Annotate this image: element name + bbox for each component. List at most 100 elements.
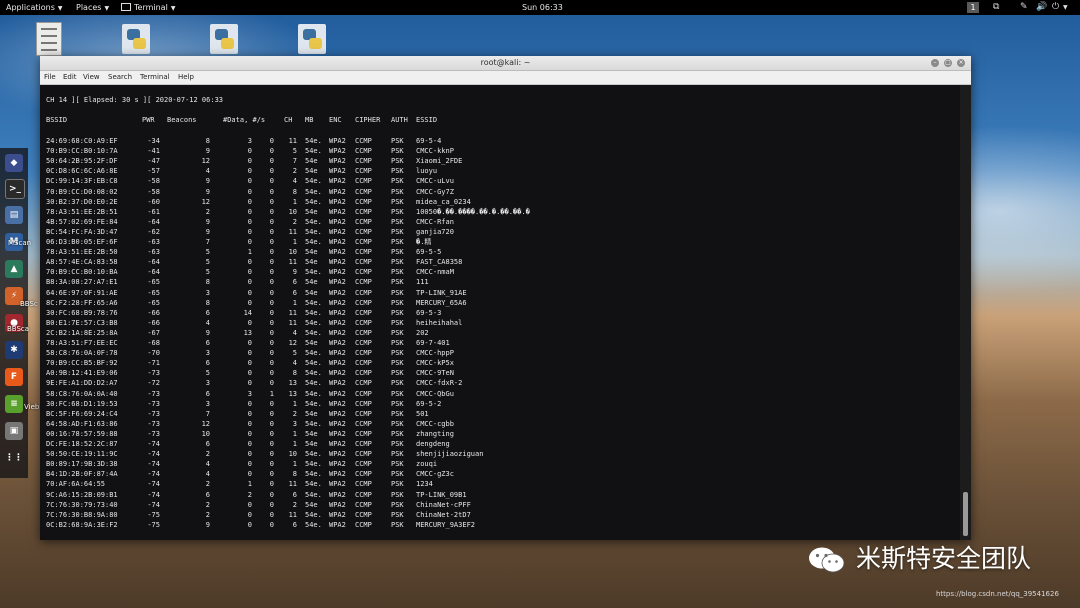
cell-channel: 9 — [292, 268, 297, 277]
python-icon — [122, 24, 150, 54]
volume-icon[interactable]: 🔊 — [1036, 0, 1047, 15]
cell-beacons: 3 — [205, 399, 210, 408]
menu-terminal[interactable]: Terminal — [140, 71, 170, 84]
cell-beacons: 5 — [205, 268, 210, 277]
cell-data: 0 — [247, 147, 252, 156]
cell-data: 0 — [247, 419, 252, 428]
cell-beacons: 4 — [205, 318, 210, 327]
desktop-python-file-icon[interactable] — [204, 20, 244, 60]
cell-data: 13 — [243, 328, 252, 337]
cell-pwr: -73 — [147, 369, 160, 378]
cell-essid: midea_ca_0234 — [416, 197, 471, 206]
armitage-icon[interactable]: ▲ — [5, 260, 23, 278]
cell-enc: WPA2 — [329, 288, 346, 297]
files-icon[interactable]: ▤ — [5, 206, 23, 224]
notes-icon[interactable]: ≡ — [5, 395, 23, 413]
cell-channel: 6 — [292, 520, 297, 529]
cell-channel: 4 — [292, 359, 297, 368]
cell-cipher: CCMP — [355, 440, 372, 448]
terminal-icon[interactable]: >_ — [5, 179, 25, 199]
cell-beacons: 8 — [205, 278, 210, 287]
cell-enc: WPA2 — [329, 359, 346, 368]
close-icon[interactable]: × — [957, 59, 965, 67]
cell-channel: 12 — [288, 339, 297, 347]
cell-per-second: 0 — [269, 177, 274, 186]
chevron-down-icon[interactable]: ▼ — [1063, 0, 1068, 15]
cell-channel: 2 — [292, 409, 297, 418]
cell-pwr: -74 — [147, 480, 160, 489]
cell-beacons: 5 — [205, 369, 210, 378]
cell-cipher: CCMP — [355, 318, 372, 327]
desktop-file-icon[interactable] — [28, 20, 68, 60]
desktop-python-file-icon[interactable] — [292, 20, 332, 60]
maximize-icon[interactable]: □ — [944, 59, 952, 67]
cell-channel: 11 — [288, 510, 297, 519]
cell-cipher: CCMP — [355, 379, 372, 388]
menu-help[interactable]: Help — [178, 71, 194, 84]
cell-bssid: 64:6E:97:0F:91:AE — [46, 288, 118, 297]
applications-menu[interactable]: Applications ▼ — [6, 0, 63, 15]
screenshot-icon[interactable]: ▣ — [5, 422, 23, 440]
desktop-python-file-icon[interactable] — [116, 20, 156, 60]
cell-bssid: 58:C8:76:0A:0A:40 — [46, 389, 118, 398]
cell-enc: WPA2 — [329, 490, 346, 499]
cell-beacons: 9 — [205, 147, 210, 156]
cell-pwr: -60 — [147, 197, 160, 206]
cell-mb: 54e — [305, 157, 318, 166]
cell-essid: TP-LINK_91AE — [416, 288, 467, 297]
cell-auth: PSK — [391, 268, 404, 277]
menu-edit[interactable]: Edit — [63, 71, 77, 84]
cell-cipher: CCMP — [355, 167, 372, 176]
cell-pwr: -74 — [147, 500, 160, 509]
header-data: #Data, #/s — [223, 116, 266, 124]
cell-enc: WPA2 — [329, 429, 346, 438]
cell-beacons: 10 — [201, 429, 210, 438]
cell-per-second: 0 — [269, 450, 274, 459]
menu-search[interactable]: Search — [108, 71, 132, 84]
network-icon[interactable]: ⧉ — [993, 0, 999, 15]
terminal-app-menu[interactable]: Terminal ▼ — [121, 0, 175, 15]
workspace-indicator[interactable]: 1 — [967, 2, 979, 13]
menu-file[interactable]: File — [44, 71, 56, 84]
header-pwr: PWR — [142, 116, 155, 124]
cell-pwr: -66 — [147, 308, 160, 317]
cell-data: 0 — [247, 409, 252, 418]
cell-pwr: -62 — [147, 227, 160, 236]
scrollbar-thumb[interactable] — [963, 492, 968, 536]
cell-bssid: 7C:76:30:B8:9A:80 — [46, 510, 118, 519]
cell-enc: WPA2 — [329, 197, 346, 206]
kali-menu-icon[interactable]: ◆ — [5, 154, 23, 172]
show-applications-icon[interactable]: ⋮⋮ — [5, 449, 23, 467]
pen-icon[interactable]: ✎ — [1020, 0, 1028, 15]
menu-view[interactable]: View — [83, 71, 100, 84]
minimize-icon[interactable]: – — [931, 59, 939, 67]
cell-data: 0 — [247, 258, 252, 267]
cell-per-second: 0 — [269, 308, 274, 317]
python-icon — [298, 24, 326, 54]
cell-auth: PSK — [391, 308, 404, 317]
cell-bssid: 24:69:68:C0:A9:EF — [46, 137, 118, 145]
cell-essid: luoyu — [416, 167, 438, 176]
cell-channel: 1 — [292, 429, 297, 438]
terminal-output[interactable]: CH 14 ][ Elapsed: 30 s ][ 2020-07-12 06:… — [40, 85, 960, 540]
terminal-scrollbar[interactable] — [960, 85, 971, 540]
cell-per-second: 0 — [269, 238, 274, 246]
cell-cipher: CCMP — [355, 248, 372, 257]
cell-cipher: CCMP — [355, 137, 372, 145]
cell-per-second: 0 — [269, 147, 274, 156]
cell-channel: 11 — [288, 227, 297, 236]
cell-data: 0 — [247, 500, 252, 509]
cell-enc: WPA2 — [329, 227, 346, 236]
cell-enc: WPA2 — [329, 419, 346, 428]
cell-pwr: -72 — [147, 379, 160, 388]
window-titlebar[interactable]: root@kali: ~ – □ × — [40, 56, 971, 71]
faraday-icon[interactable]: F — [5, 368, 23, 386]
cell-essid: heiheihahal — [416, 318, 463, 327]
cell-per-second: 0 — [269, 227, 274, 236]
power-icon[interactable]: ⏻ — [1052, 0, 1059, 15]
settings-icon[interactable]: ✱ — [5, 341, 23, 359]
clock[interactable]: Sun 06:33 — [522, 0, 563, 15]
cell-data: 0 — [247, 450, 252, 459]
places-menu[interactable]: Places ▼ — [76, 0, 109, 15]
cell-cipher: CCMP — [355, 227, 372, 236]
